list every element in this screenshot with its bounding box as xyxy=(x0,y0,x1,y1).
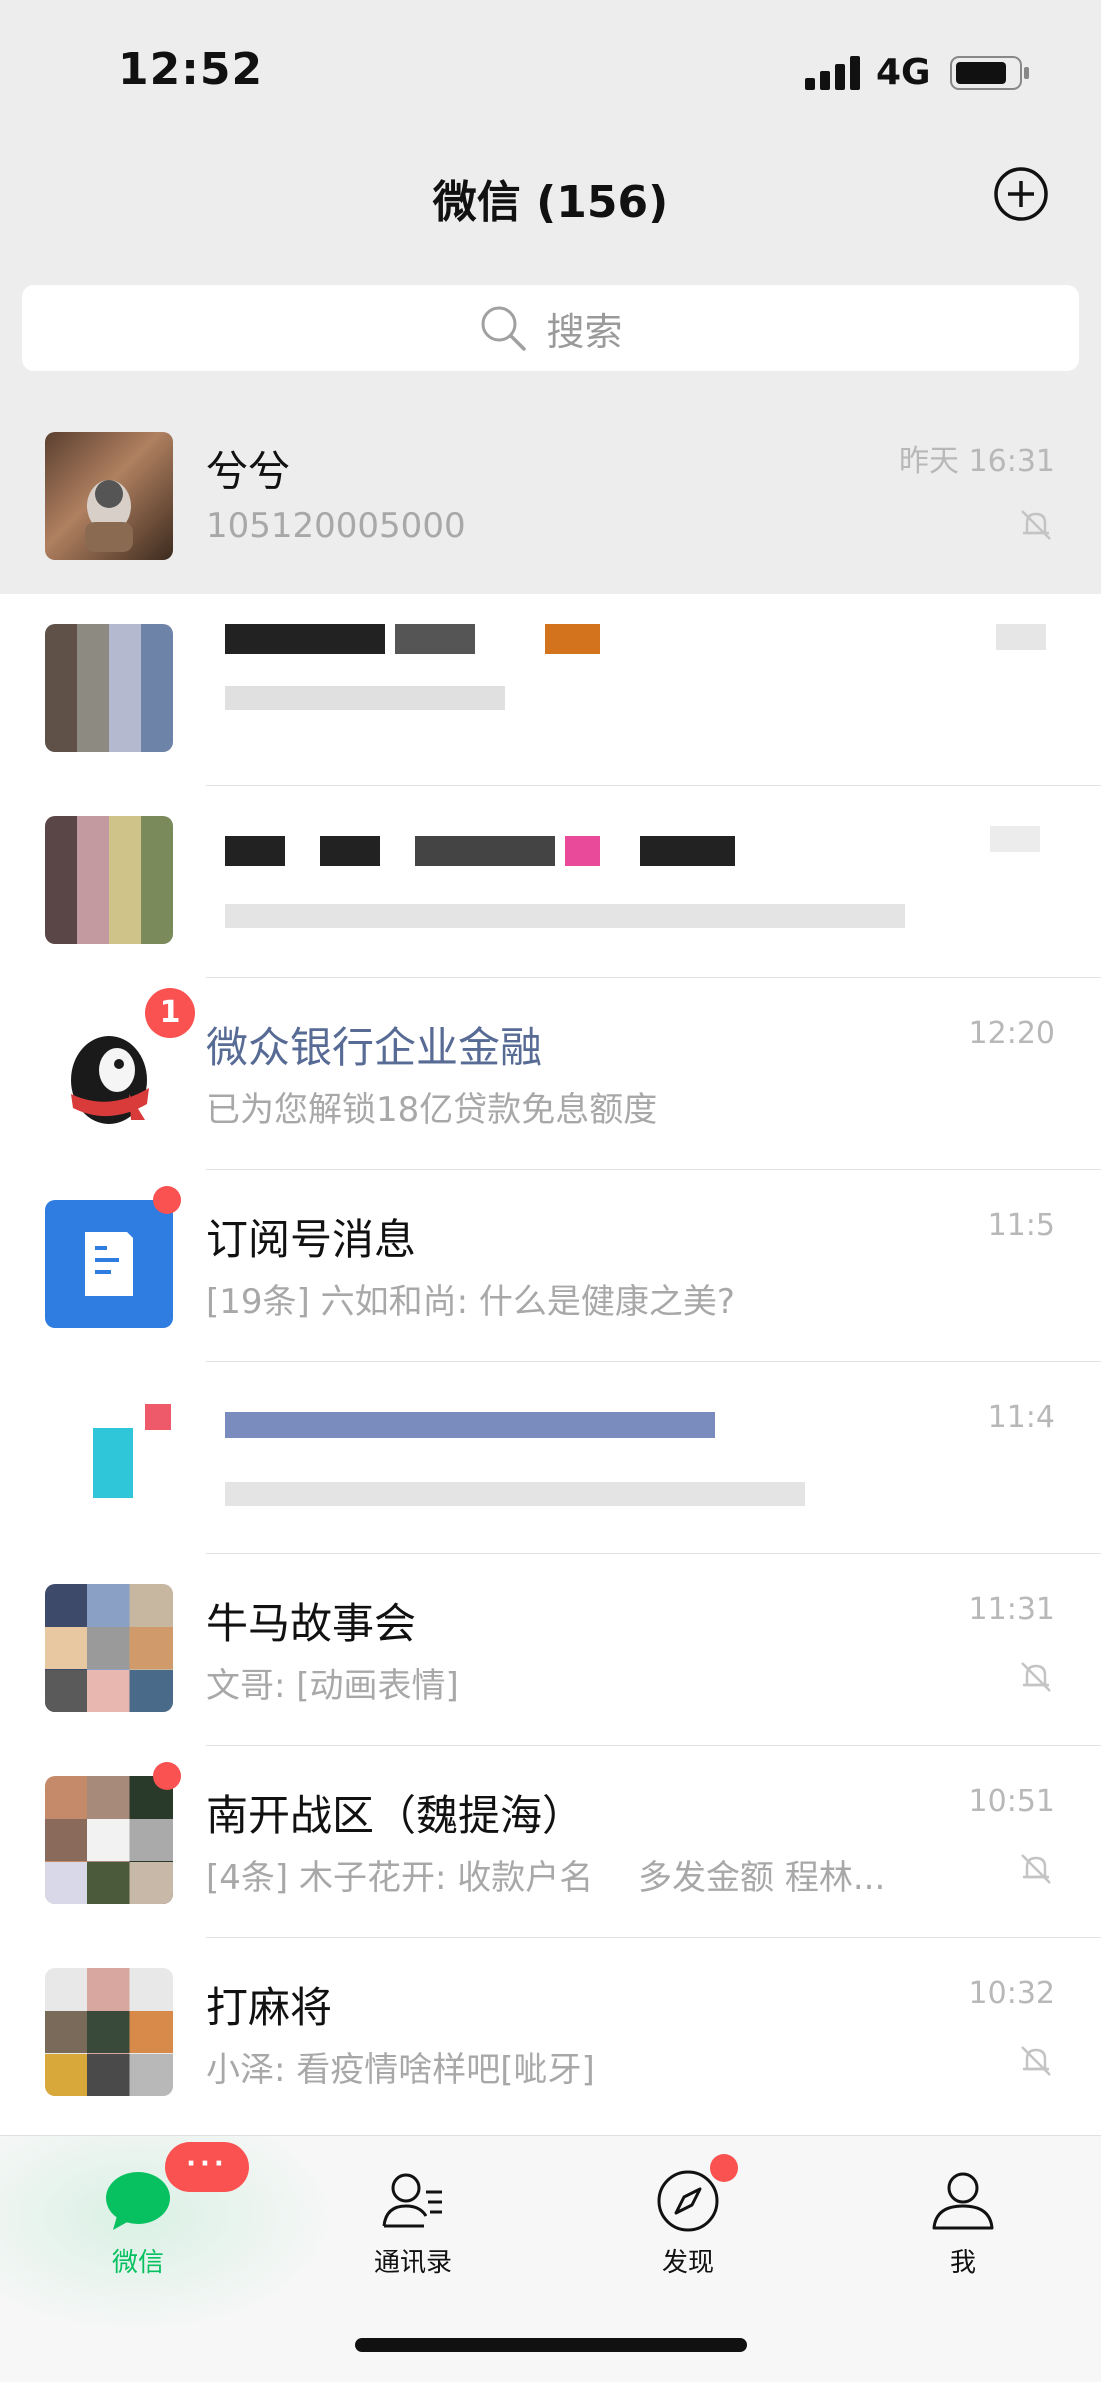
tab-label: 我 xyxy=(949,2248,976,2278)
chat-item[interactable] xyxy=(0,594,1101,786)
avatar-figure-icon xyxy=(85,480,133,552)
network-type: 4G xyxy=(876,52,931,93)
chat-time: 11:4 xyxy=(987,1400,1055,1435)
chat-item[interactable]: 11:4 xyxy=(0,1362,1101,1554)
status-bar: 12:52 4G xyxy=(0,0,1101,130)
obscured-time xyxy=(990,826,1040,852)
tab-label: 微信 xyxy=(111,2248,164,2278)
battery-icon xyxy=(950,56,1029,90)
chat-time: 10:32 xyxy=(968,1976,1055,2011)
chat-time: 11:5 xyxy=(987,1208,1055,1243)
obscured-name xyxy=(320,836,380,866)
obscured-name xyxy=(545,624,600,654)
tab-label: 发现 xyxy=(661,2248,714,2278)
chat-time: 11:31 xyxy=(968,1592,1055,1627)
mute-bell-icon xyxy=(1021,2046,1051,2076)
obscured-preview xyxy=(225,904,905,928)
avatar xyxy=(45,1392,173,1520)
chat-preview: [4条] 木子花开: 收款户名 多发金额 程林... xyxy=(206,1858,886,1898)
avatar xyxy=(45,1968,173,2096)
avatar xyxy=(45,1776,173,1904)
obscured-preview xyxy=(225,1482,805,1506)
chat-time: 10:51 xyxy=(968,1784,1055,1819)
contacts-icon xyxy=(382,2173,442,2228)
chat-preview: 已为您解锁18亿贷款免息额度 xyxy=(206,1090,658,1130)
mute-bell-icon xyxy=(1021,510,1051,540)
unread-badge: 1 xyxy=(145,988,195,1038)
obscured-name xyxy=(225,836,285,866)
obscured-name xyxy=(225,1412,715,1438)
avatar xyxy=(45,1584,173,1712)
tab-contacts[interactable]: 通讯录 xyxy=(333,2166,493,2279)
tab-me[interactable]: 我 xyxy=(883,2166,1043,2279)
chat-list: 兮兮 105120005000 昨天 16:31 1 微众银行企业金融 已为您解… xyxy=(0,402,1101,2135)
chats-tab-badge: ··· xyxy=(165,2142,249,2192)
avatar xyxy=(45,816,173,944)
page-title: 微信 (156) xyxy=(432,177,669,228)
chat-item[interactable]: 南开战区（魏提海） [4条] 木子花开: 收款户名 多发金额 程林... 10:… xyxy=(0,1746,1101,1938)
plus-circle-icon[interactable] xyxy=(993,166,1049,222)
chat-time: 昨天 16:31 xyxy=(899,444,1055,479)
chat-item[interactable]: 1 微众银行企业金融 已为您解锁18亿贷款免息额度 12:20 xyxy=(0,978,1101,1170)
avatar xyxy=(45,432,173,560)
chat-item[interactable]: 打麻将 小泽: 看疫情啥样吧[呲牙] 10:32 xyxy=(0,1938,1101,2130)
obscured-name xyxy=(225,624,385,654)
chat-name: 打麻将 xyxy=(206,1983,333,2032)
person-icon xyxy=(932,2172,994,2230)
chat-item[interactable]: 牛马故事会 文哥: [动画表情] 11:31 xyxy=(0,1554,1101,1746)
chat-name: 牛马故事会 xyxy=(206,1599,417,1648)
signal-icon xyxy=(805,56,860,90)
nav-bar: 微信 (156) xyxy=(0,150,1101,240)
obscured-name xyxy=(415,836,555,866)
subscription-icon xyxy=(85,1232,133,1296)
avatar xyxy=(45,624,173,752)
avatar xyxy=(45,1200,173,1328)
discover-dot xyxy=(710,2154,738,2182)
search-input[interactable]: 搜索 xyxy=(22,285,1079,371)
search-icon xyxy=(481,306,527,351)
chat-item[interactable] xyxy=(0,786,1101,978)
mute-bell-icon xyxy=(1021,1662,1051,1692)
chat-preview: [19条] 六如和尚: 什么是健康之美? xyxy=(206,1282,735,1322)
home-indicator[interactable] xyxy=(355,2338,747,2352)
chat-preview: 文哥: [动画表情] xyxy=(206,1666,459,1706)
obscured-preview xyxy=(225,686,505,710)
chat-preview: 105120005000 xyxy=(206,506,466,546)
chat-name: 订阅号消息 xyxy=(206,1215,417,1264)
obscured-name xyxy=(640,836,735,866)
chat-name: 南开战区（魏提海） xyxy=(206,1791,585,1840)
chat-item[interactable]: 订阅号消息 [19条] 六如和尚: 什么是健康之美? 11:5 xyxy=(0,1170,1101,1362)
chat-preview: 小泽: 看疫情啥样吧[呲牙] xyxy=(206,2050,595,2090)
unread-dot xyxy=(153,1762,181,1790)
search-placeholder: 搜索 xyxy=(546,309,623,354)
obscured-name xyxy=(565,836,600,866)
tab-discover[interactable]: 发现 xyxy=(608,2166,768,2279)
chat-name: 微众银行企业金融 xyxy=(206,1023,543,1072)
chat-item[interactable]: 兮兮 105120005000 昨天 16:31 xyxy=(0,402,1101,594)
obscured-time xyxy=(996,624,1046,650)
unread-dot xyxy=(153,1186,181,1214)
obscured-name xyxy=(395,624,475,654)
chat-bubble-icon xyxy=(106,2172,170,2230)
mute-bell-icon xyxy=(1021,1854,1051,1884)
status-time: 12:52 xyxy=(118,44,264,95)
chat-name: 兮兮 xyxy=(206,447,291,496)
tab-label: 通讯录 xyxy=(373,2248,452,2278)
chat-time: 12:20 xyxy=(968,1016,1055,1051)
